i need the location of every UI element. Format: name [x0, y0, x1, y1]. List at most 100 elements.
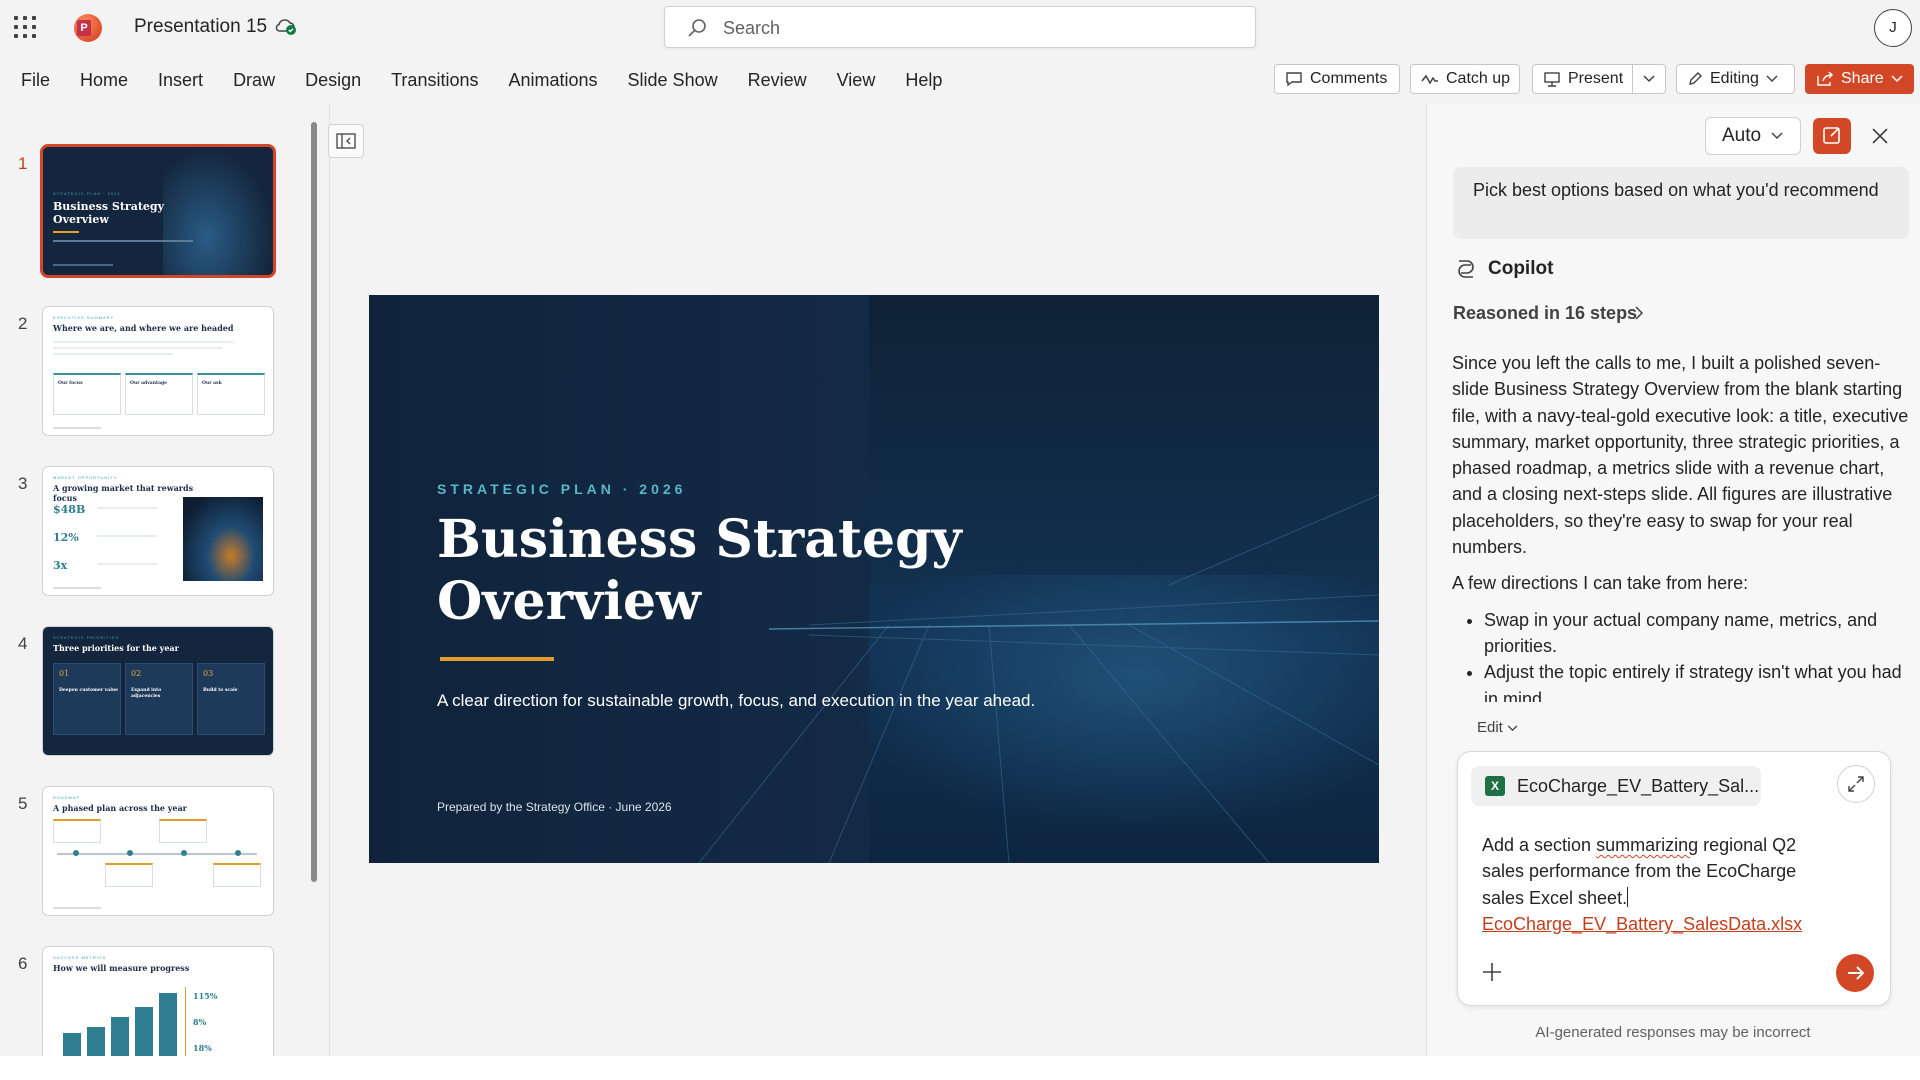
slide-thumbnail-5[interactable]: ROADMAP A phased plan across the year: [42, 786, 274, 916]
search-box[interactable]: Search: [664, 6, 1256, 48]
slide-thumbnail-4[interactable]: STRATEGIC PRIORITIES Three priorities fo…: [42, 626, 274, 756]
tab-transitions[interactable]: Transitions: [378, 66, 491, 95]
chevron-down-icon: [1891, 75, 1903, 83]
prompt-input[interactable]: Add a section summarizing regional Q2 sa…: [1482, 832, 1822, 938]
reasoning-summary-link[interactable]: Reasoned in 16 steps: [1453, 303, 1637, 324]
search-icon: [688, 19, 706, 37]
thumb-card-number: 03: [203, 669, 214, 678]
thumb-stat: 3x: [53, 559, 68, 572]
send-button[interactable]: [1836, 954, 1874, 992]
prepared-by-text[interactable]: Prepared by the Strategy Office · June 2…: [437, 800, 672, 814]
slide-number: 1: [18, 154, 28, 173]
slide-kicker[interactable]: STRATEGIC PLAN · 2026: [437, 481, 686, 497]
editing-mode-button[interactable]: Editing: [1676, 64, 1795, 94]
slide-number: 6: [18, 954, 28, 973]
thumb-kicker: MARKET OPPORTUNITY: [53, 475, 118, 480]
pencil-icon: [1689, 72, 1702, 85]
attachment-chip[interactable]: X EcoCharge_EV_Battery_Sal...: [1471, 766, 1761, 806]
panel-collapse-icon: [336, 133, 356, 149]
close-icon[interactable]: [1869, 125, 1891, 147]
new-chat-button[interactable]: [1813, 118, 1851, 154]
response-paragraph: A few directions I can take from here:: [1452, 573, 1749, 594]
edit-dropdown[interactable]: Edit: [1477, 719, 1518, 736]
user-avatar[interactable]: J: [1874, 9, 1912, 47]
thumb-kicker: ROADMAP: [53, 795, 81, 800]
prompt-text: Add a section: [1482, 835, 1597, 855]
add-icon[interactable]: [1480, 960, 1504, 984]
current-slide[interactable]: STRATEGIC PLAN · 2026 Business Strategy …: [369, 295, 1379, 863]
thumb-stat: 12%: [53, 531, 79, 544]
chevron-down-icon[interactable]: [1643, 75, 1655, 83]
tab-file[interactable]: File: [8, 66, 63, 95]
prompt-text-misspelled: summarizing: [1596, 835, 1699, 855]
chevron-down-icon: [1766, 75, 1778, 83]
thumb-kicker: EXECUTIVE SUMMARY: [53, 315, 115, 320]
ribbon: File Home Insert Draw Design Transitions…: [0, 56, 1920, 104]
present-button[interactable]: Present: [1532, 64, 1666, 94]
slide-title[interactable]: Business Strategy Overview: [437, 509, 1037, 633]
thumbnail-scrollbar[interactable]: [311, 122, 317, 882]
attachment-name: EcoCharge_EV_Battery_Sal...: [1517, 775, 1760, 796]
comments-label: Comments: [1310, 70, 1388, 87]
response-bullet: Adjust the topic entirely if strategy is…: [1484, 659, 1912, 702]
share-label: Share: [1841, 70, 1884, 87]
compose-icon: [1823, 127, 1840, 144]
thumbnail-row[interactable]: 4 STRATEGIC PRIORITIES Three priorities …: [0, 626, 300, 766]
document-title[interactable]: Presentation 15: [134, 16, 267, 38]
arrow-right-icon: [1848, 966, 1865, 980]
cloud-saved-icon[interactable]: [274, 15, 298, 37]
thumb-card-label: Build to scale: [203, 688, 238, 693]
thumb-stat: $48B: [53, 503, 86, 516]
tab-draw[interactable]: Draw: [220, 66, 288, 95]
ai-disclaimer: AI-generated responses may be incorrect: [1535, 1024, 1811, 1041]
slide-thumbnail-3[interactable]: MARKET OPPORTUNITY A growing market that…: [42, 466, 274, 596]
catch-up-button[interactable]: Catch up: [1410, 64, 1520, 94]
tab-review[interactable]: Review: [735, 66, 820, 95]
tab-slide-show[interactable]: Slide Show: [615, 66, 731, 95]
thumbnail-row[interactable]: 5 ROADMAP A phased plan across the year: [0, 786, 300, 926]
share-button[interactable]: Share: [1805, 64, 1914, 94]
bottom-edge: [0, 1056, 1920, 1080]
tab-help[interactable]: Help: [892, 66, 955, 95]
tab-insert[interactable]: Insert: [145, 66, 216, 95]
thumb-stat: 8%: [193, 1017, 207, 1027]
comments-button[interactable]: Comments: [1274, 64, 1400, 94]
accent-rule: [440, 657, 554, 661]
thumbnail-row[interactable]: 1 STRATEGIC PLAN · 2026 Business Strateg…: [0, 144, 300, 286]
slide-number: 3: [18, 474, 28, 493]
mode-dropdown[interactable]: Auto: [1705, 117, 1801, 155]
toggle-thumbnails-button[interactable]: [328, 124, 364, 158]
slide-subtitle[interactable]: A clear direction for sustainable growth…: [437, 691, 1035, 711]
copilot-logo-icon: [1458, 260, 1474, 278]
chevron-right-icon[interactable]: [1634, 305, 1644, 321]
tab-design[interactable]: Design: [292, 66, 374, 95]
mode-label: Auto: [1722, 125, 1762, 146]
tab-view[interactable]: View: [824, 66, 889, 95]
tab-animations[interactable]: Animations: [495, 66, 610, 95]
slide-number: 2: [18, 314, 28, 333]
slide-thumbnail-1[interactable]: STRATEGIC PLAN · 2026 Business Strategy …: [40, 144, 276, 278]
thumb-kicker: STRATEGIC PLAN · 2026: [53, 191, 121, 196]
thumb-title: Where we are, and where we are headed: [53, 323, 234, 333]
thumb-card-label: Deepen customer value: [59, 688, 119, 693]
thumb-card-label: Expand into adjacencies: [131, 688, 162, 699]
expand-composer-button[interactable]: [1837, 765, 1875, 803]
thumb-image: [183, 497, 263, 581]
powerpoint-logo-icon: P: [74, 14, 102, 42]
slide-thumbnail-6[interactable]: SUCCESS METRICS How we will measure prog…: [42, 946, 274, 1056]
logo-letter: P: [77, 20, 91, 36]
editing-label: Editing: [1710, 70, 1759, 87]
title-bar: P Presentation 15 Search J: [0, 0, 1920, 56]
tab-home[interactable]: Home: [67, 66, 141, 95]
file-reference-link[interactable]: EcoCharge_EV_Battery_SalesData.xlsx: [1482, 914, 1802, 934]
thumbnail-row[interactable]: 6 SUCCESS METRICS How we will measure pr…: [0, 946, 300, 1056]
slide-thumbnail-2[interactable]: EXECUTIVE SUMMARY Where we are, and wher…: [42, 306, 274, 436]
copilot-name: Copilot: [1488, 258, 1554, 279]
thumb-stat: 18%: [193, 1043, 212, 1053]
thumbnail-row[interactable]: 2 EXECUTIVE SUMMARY Where we are, and wh…: [0, 306, 300, 446]
thumb-box-label: Our ask: [202, 381, 222, 386]
edit-label: Edit: [1477, 719, 1503, 736]
powerpoint-window: P Presentation 15 Search J File Home Ins…: [0, 0, 1920, 1080]
thumbnail-row[interactable]: 3 MARKET OPPORTUNITY A growing market th…: [0, 466, 300, 606]
app-launcher-icon[interactable]: [14, 16, 36, 38]
